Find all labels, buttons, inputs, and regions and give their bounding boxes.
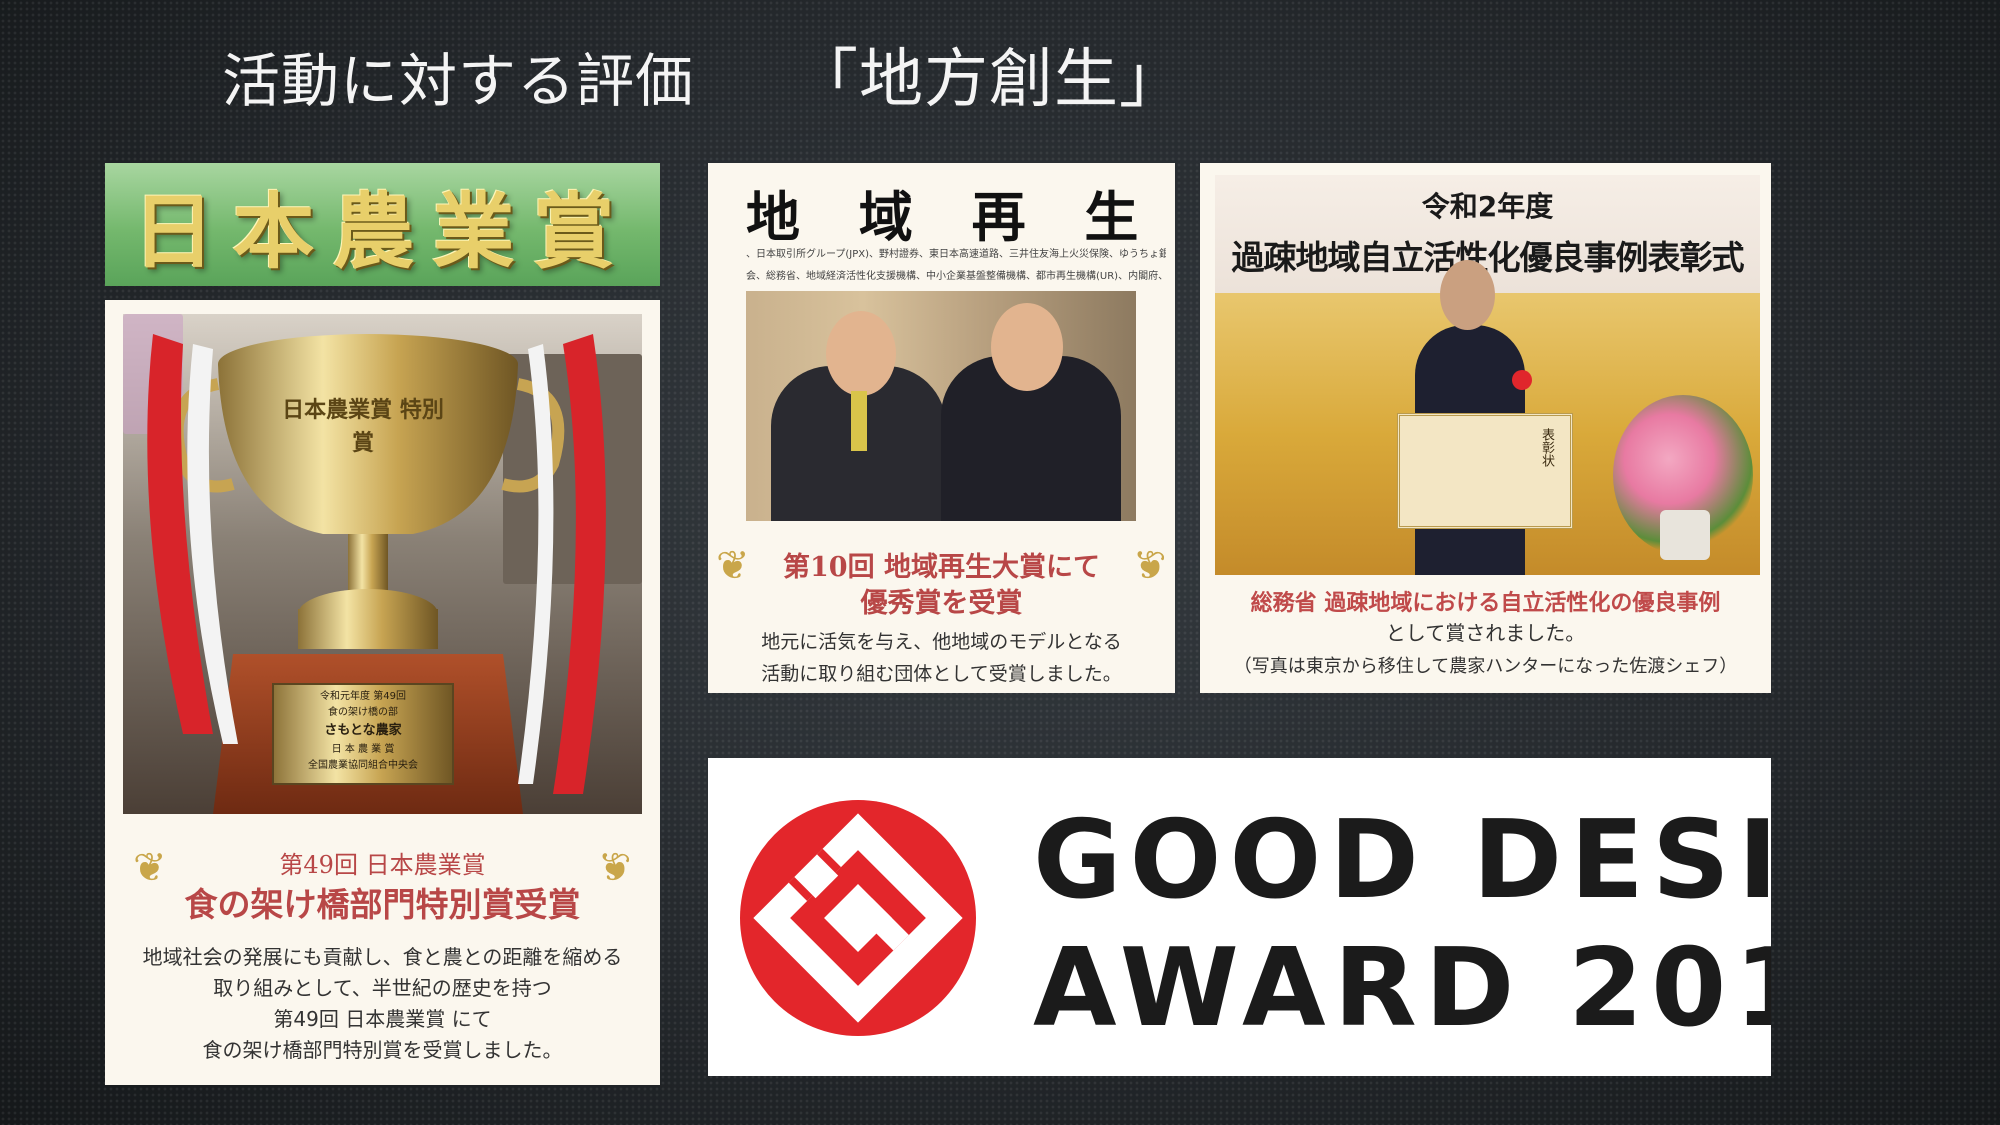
award-line-2: 食の架け橋部門特別賞受賞 [184,885,581,924]
japan-agriculture-award-banner: 日本農業賞 [105,163,660,286]
article-small-line: 会、総務省、地域経済活性化支援機構、中小企業基盤整備機構、都市再生機構(UR)、… [746,271,1166,282]
red-rosette-icon [1512,370,1532,390]
plate-line: 令和元年度 第49回 [320,691,406,702]
article-heading: 地 域 再 生 大 [746,186,1175,249]
award-description-1: として賞されました。 [1385,621,1586,645]
good-design-g-mark-icon [740,800,976,1036]
flower-pot [1660,510,1710,560]
japan-agriculture-award-panel: 日本農業賞 特別賞 令和元年度 第49回 食の架け橋の部 さもとな農家 日 本 … [105,300,660,1085]
desc-line: 食の架け橋部門特別賞を受賞しました。 [202,1038,563,1062]
sign-line-1: 令和2年度 [1421,190,1554,223]
certificate: 表彰状 [1397,413,1573,529]
good-design-award-panel: GOOD DESIGN AWARD 2019 [708,758,1771,1076]
trophy-engraving: 日本農業賞 特別賞 [282,397,444,456]
plate-line: さもとな農家 [324,723,402,738]
award-line-1: 第10回 地域再生大賞にて [783,552,1100,583]
man-head [1440,260,1495,330]
page-title: 活動に対する評価 「地方創生」 [222,28,1184,120]
award-description: 地元に活気を与え、他地域のモデルとなる 活動に取り組む団体として受賞しました。 [708,626,1175,691]
person-right-head [991,303,1063,391]
desc-line: 地元に活気を与え、他地域のモデルとなる [761,631,1122,653]
desc-line: 地域社会の発展にも貢献し、食と農との距離を縮める [142,945,623,969]
person-left-head [826,311,896,396]
trophy-plate: 令和元年度 第49回 食の架け橋の部 さもとな農家 日 本 農 業 賞 全国農業… [275,689,451,774]
regional-revitalization-award-panel: 地 域 再 生 大 、日本取引所グループ(JPX)、野村證券、東日本高速道路、三… [708,163,1175,693]
award-line-1: 第49回 日本農業賞 [279,851,486,879]
plate-line: 全国農業協同組合中央会 [308,759,418,771]
depopulated-area-award-panel: 令和2年度 過疎地域自立活性化優良事例表彰式 表彰状 総務省 過疎地域における自… [1200,163,1771,693]
award-ceremony-photo: 令和2年度 過疎地域自立活性化優良事例表彰式 表彰状 [1215,175,1760,575]
article-small-line: 、日本取引所グループ(JPX)、野村證券、東日本高速道路、三井住友海上火災保険、… [746,249,1166,260]
certificate-title: 表彰状 [1539,428,1554,467]
title-main: 活動に対する評価 [222,47,695,115]
award-line: 総務省 過疎地域における自立活性化の優良事例 [1250,590,1721,616]
title-sub: 「地方創生」 [794,43,1185,117]
desc-line: 第49回 日本農業賞 にて [273,1007,492,1031]
plate-line: 日 本 農 業 賞 [331,743,395,755]
two-men-photo [746,291,1136,521]
award-description: 地域社会の発展にも貢献し、食と農との距離を縮める 取り組みとして、半世紀の歴史を… [105,942,660,1066]
award-line-2: 優秀賞を受賞 [860,588,1023,619]
desc-line: 取り組みとして、半世紀の歴史を持つ [213,976,552,1000]
yellow-tie [851,391,867,451]
trophy-photo: 日本農業賞 特別賞 令和元年度 第49回 食の架け橋の部 さもとな農家 日 本 … [123,314,642,814]
good-design-line-1: GOOD DESIGN [1033,798,1771,923]
desc-line: 活動に取り組む団体として受賞しました。 [761,663,1122,686]
plate-line: 食の架け橋の部 [328,707,398,718]
banner-text: 日本農業賞 [132,184,633,280]
good-design-line-2: AWARD 2019 [1033,926,1771,1051]
award-description-2: （写真は東京から移住して農家ハンターになった佐渡シェフ） [1233,656,1738,677]
